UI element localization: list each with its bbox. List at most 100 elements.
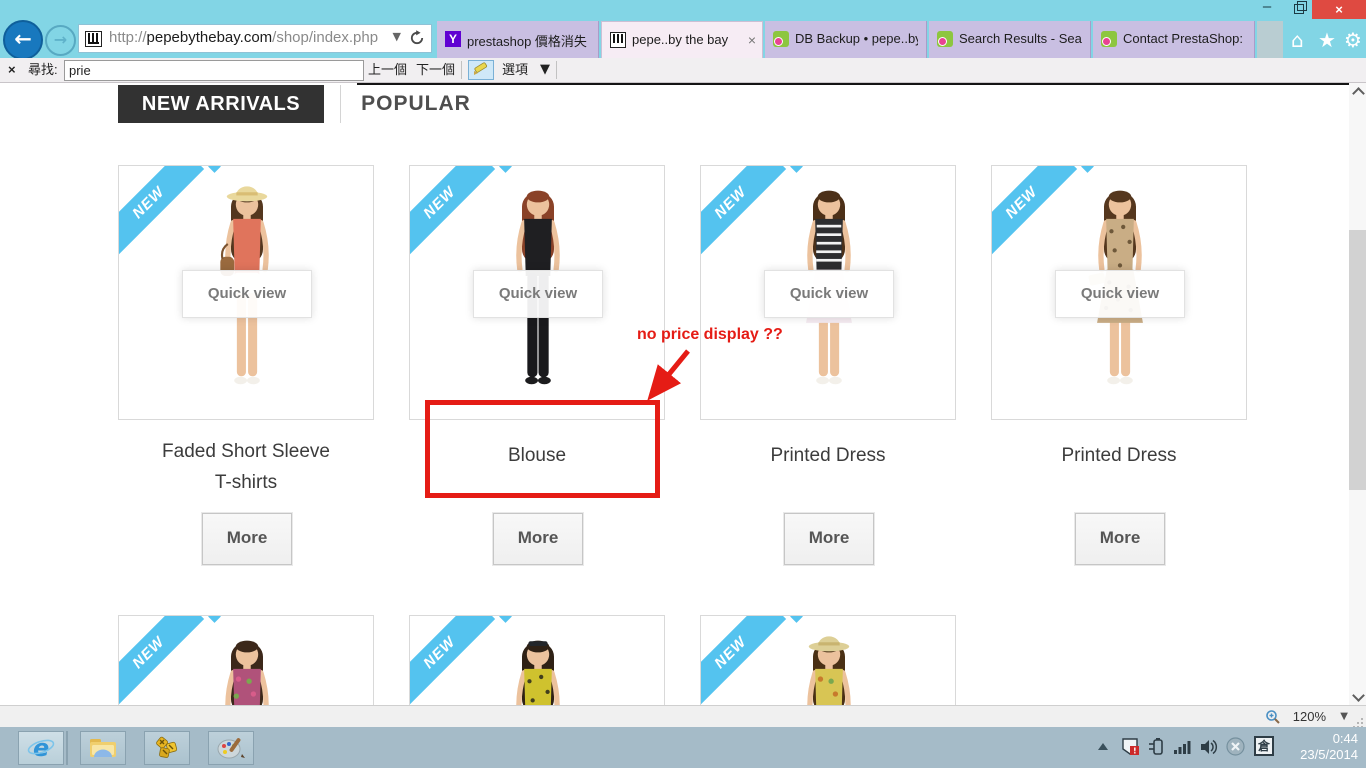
product-card[interactable]: NEW Quick view (409, 165, 665, 420)
quick-view-button[interactable]: Quick view (182, 270, 312, 318)
product-title[interactable]: Printed Dress (991, 440, 1247, 471)
minimize-button[interactable]: – (1252, 0, 1282, 19)
product-image[interactable] (183, 626, 311, 705)
internet-explorer-icon: e (27, 735, 55, 761)
product-card[interactable]: NEW Quick view (118, 165, 374, 420)
tab-db-backup[interactable]: DB Backup • pepe..by ... (765, 21, 927, 58)
back-button[interactable]: ← (3, 20, 43, 60)
tab-popular[interactable]: POPULAR (346, 85, 486, 123)
product-card[interactable]: NEW (700, 615, 956, 705)
tab-close-icon[interactable]: × (748, 32, 756, 48)
product-title[interactable]: Printed Dress (700, 440, 956, 471)
ribbon-notch (208, 166, 221, 173)
sync-disabled-icon[interactable] (1225, 736, 1246, 757)
more-button[interactable]: More (201, 512, 293, 566)
prestashop-icon (937, 31, 953, 47)
ribbon-notch (790, 616, 803, 623)
product-card[interactable]: NEW (118, 615, 374, 705)
url-text: http://pepebythebay.com/shop/index.php (109, 29, 379, 46)
tab-search-results[interactable]: Search Results - Searc... (929, 21, 1091, 58)
tab-contact-prestashop[interactable]: Contact PrestaShop: ... (1093, 21, 1255, 58)
divider (461, 61, 462, 79)
taskbar-paint-button[interactable] (208, 731, 254, 765)
scrollbar[interactable] (1349, 83, 1366, 705)
action-center-icon[interactable]: ! (1120, 737, 1140, 757)
network-icon[interactable] (1172, 737, 1192, 757)
taskbar-file-explorer-button[interactable] (80, 731, 126, 765)
zoom-dropdown-icon[interactable]: ▼ (1340, 711, 1348, 722)
page-content: NEW ARRIVALS POPULAR NEW Quick view NEW … (0, 83, 1349, 705)
product-card[interactable]: NEW (409, 615, 665, 705)
scroll-up-button[interactable] (1349, 83, 1366, 100)
new-tab-button[interactable] (1257, 21, 1283, 58)
ime-badge[interactable]: 倉 (1254, 736, 1274, 756)
product-card[interactable]: NEW Quick view (991, 165, 1247, 420)
find-next-button[interactable]: 下一個 (416, 58, 455, 82)
annotation-rectangle (425, 400, 660, 498)
scrollbar-down-icon (1352, 689, 1365, 702)
ribbon-notch (499, 616, 512, 623)
taskbar: e ! 倉 0:44 23/5/2014 (0, 727, 1366, 768)
back-icon: ← (14, 27, 32, 51)
quick-view-button[interactable]: Quick view (473, 270, 603, 318)
tab-new-arrivals[interactable]: NEW ARRIVALS (118, 85, 324, 123)
address-bar[interactable]: http://pepebythebay.com/shop/index.php ▼ (78, 24, 432, 53)
find-label: 尋找: (28, 62, 58, 77)
taskbar-keys-button[interactable] (144, 731, 190, 765)
scrollbar-thumb[interactable] (1349, 230, 1366, 490)
keys-icon (156, 736, 178, 758)
scroll-down-button[interactable] (1349, 688, 1366, 705)
tab-prestashop-search[interactable]: Y prestashop 價格消失 - ... (437, 21, 599, 58)
taskbar-ie-button[interactable]: e (18, 731, 64, 765)
tab-pepe-by-the-bay[interactable]: pepe..by the bay × (601, 21, 763, 58)
yahoo-icon: Y (445, 31, 461, 47)
find-previous-button[interactable]: 上一個 (368, 58, 407, 82)
stacked-window-indicator (66, 731, 68, 765)
scrollbar-up-icon (1352, 87, 1365, 100)
tray-expand-icon[interactable] (1098, 743, 1108, 750)
ribbon-notch (208, 616, 221, 623)
product-image[interactable] (474, 626, 602, 705)
annotation-text: no price display ?? (637, 326, 783, 343)
options-dropdown-icon[interactable]: ▼ (540, 58, 550, 82)
quick-view-button[interactable]: Quick view (764, 270, 894, 318)
power-icon[interactable] (1146, 737, 1166, 757)
more-button[interactable]: More (492, 512, 584, 566)
refresh-icon[interactable] (409, 30, 425, 51)
more-button[interactable]: More (783, 512, 875, 566)
hat (808, 636, 850, 652)
status-bar: 120% ▼ (0, 705, 1366, 727)
hat (226, 186, 268, 202)
svg-text:!: ! (1133, 747, 1137, 756)
taskbar-clock[interactable]: 0:44 23/5/2014 (1288, 731, 1358, 763)
content-top-rule (357, 83, 1349, 85)
more-button[interactable]: More (1074, 512, 1166, 566)
product-title[interactable]: Faded Short Sleeve T-shirts (118, 436, 374, 498)
resize-grip[interactable] (1361, 718, 1363, 720)
find-close-icon[interactable]: × (8, 58, 16, 82)
close-window-button[interactable]: × (1312, 0, 1366, 19)
home-icon[interactable]: ⌂ (1291, 29, 1304, 51)
zoom-level[interactable]: 120% (1293, 709, 1326, 724)
gear-icon[interactable]: ⚙ (1344, 29, 1362, 51)
product-card[interactable]: NEW Quick view (700, 165, 956, 420)
highlight-all-button[interactable] (468, 60, 494, 80)
restore-icon (1294, 1, 1307, 14)
quick-view-button[interactable]: Quick view (1055, 270, 1185, 318)
minimize-icon: – (1262, 0, 1272, 15)
product-image[interactable] (765, 626, 893, 705)
find-options-button[interactable]: 選項 (502, 58, 528, 82)
browser-chrome: – × ← → http://pepebythebay.com/shop/ind… (0, 0, 1366, 60)
restore-button[interactable] (1286, 0, 1312, 19)
pepe-icon (610, 32, 626, 48)
find-input[interactable] (64, 60, 364, 81)
volume-icon[interactable] (1198, 737, 1218, 757)
zoom-icon (1266, 710, 1280, 724)
star-icon[interactable]: ★ (1318, 29, 1336, 51)
url-dropdown-icon[interactable]: ▼ (393, 30, 401, 43)
forward-button[interactable]: → (45, 25, 76, 56)
screen: – × ← → http://pepebythebay.com/shop/ind… (0, 0, 1366, 768)
forward-icon: → (53, 30, 68, 49)
divider (556, 61, 557, 79)
find-bar: × 尋找: 上一個 下一個 選項 ▼ (0, 58, 1366, 83)
